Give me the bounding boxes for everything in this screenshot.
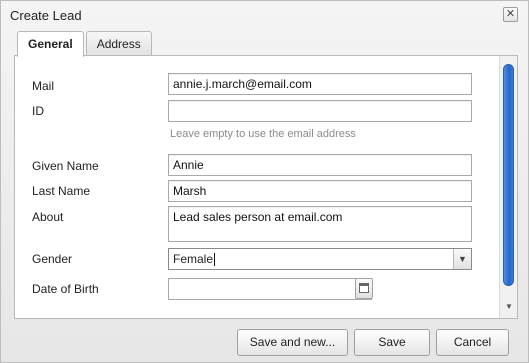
lead-form: Mail ID Leave empty to use the email add… bbox=[15, 56, 499, 318]
id-field[interactable] bbox=[168, 100, 472, 122]
form-scrollbar[interactable]: ▼ bbox=[499, 56, 517, 318]
scroll-thumb[interactable] bbox=[503, 64, 514, 286]
close-button[interactable]: ✕ bbox=[503, 7, 518, 22]
gender-dropdown-button[interactable]: ▼ bbox=[453, 249, 471, 269]
last-name-field[interactable] bbox=[168, 180, 472, 202]
mail-label: Mail bbox=[32, 79, 55, 93]
tab-general[interactable]: General bbox=[17, 31, 84, 57]
cancel-button[interactable]: Cancel bbox=[436, 329, 509, 356]
gender-select[interactable]: Female ▼ bbox=[168, 248, 472, 270]
close-icon: ✕ bbox=[505, 8, 516, 20]
save-and-new-button[interactable]: Save and new... bbox=[237, 329, 348, 356]
id-label: ID bbox=[32, 104, 44, 118]
date-of-birth-label: Date of Birth bbox=[32, 282, 99, 296]
given-name-field[interactable] bbox=[168, 154, 472, 176]
tab-address[interactable]: Address bbox=[85, 31, 152, 56]
last-name-label: Last Name bbox=[32, 184, 91, 198]
dialog-titlebar: Create Lead ✕ bbox=[1, 1, 528, 29]
chevron-down-icon: ▼ bbox=[458, 254, 467, 264]
general-panel: Mail ID Leave empty to use the email add… bbox=[14, 55, 518, 319]
given-name-label: Given Name bbox=[32, 159, 99, 173]
mail-field[interactable] bbox=[168, 73, 472, 95]
tab-bar: General Address bbox=[17, 31, 154, 57]
dialog-title: Create Lead bbox=[10, 7, 82, 23]
id-hint: Leave empty to use the email address bbox=[170, 128, 356, 140]
gender-selected-value: Female bbox=[173, 252, 214, 266]
gender-label: Gender bbox=[32, 252, 73, 266]
arrow-down-icon[interactable]: ▼ bbox=[500, 302, 517, 314]
calendar-icon bbox=[359, 283, 369, 293]
about-field[interactable]: Lead sales person at email.com bbox=[168, 206, 472, 242]
about-label: About bbox=[32, 210, 64, 224]
save-button[interactable]: Save bbox=[354, 329, 430, 356]
date-of-birth-field[interactable] bbox=[168, 278, 372, 300]
text-cursor bbox=[214, 253, 216, 267]
create-lead-dialog: Create Lead ✕ General Address Mail ID Le… bbox=[0, 0, 529, 363]
date-picker-button[interactable] bbox=[355, 278, 373, 299]
